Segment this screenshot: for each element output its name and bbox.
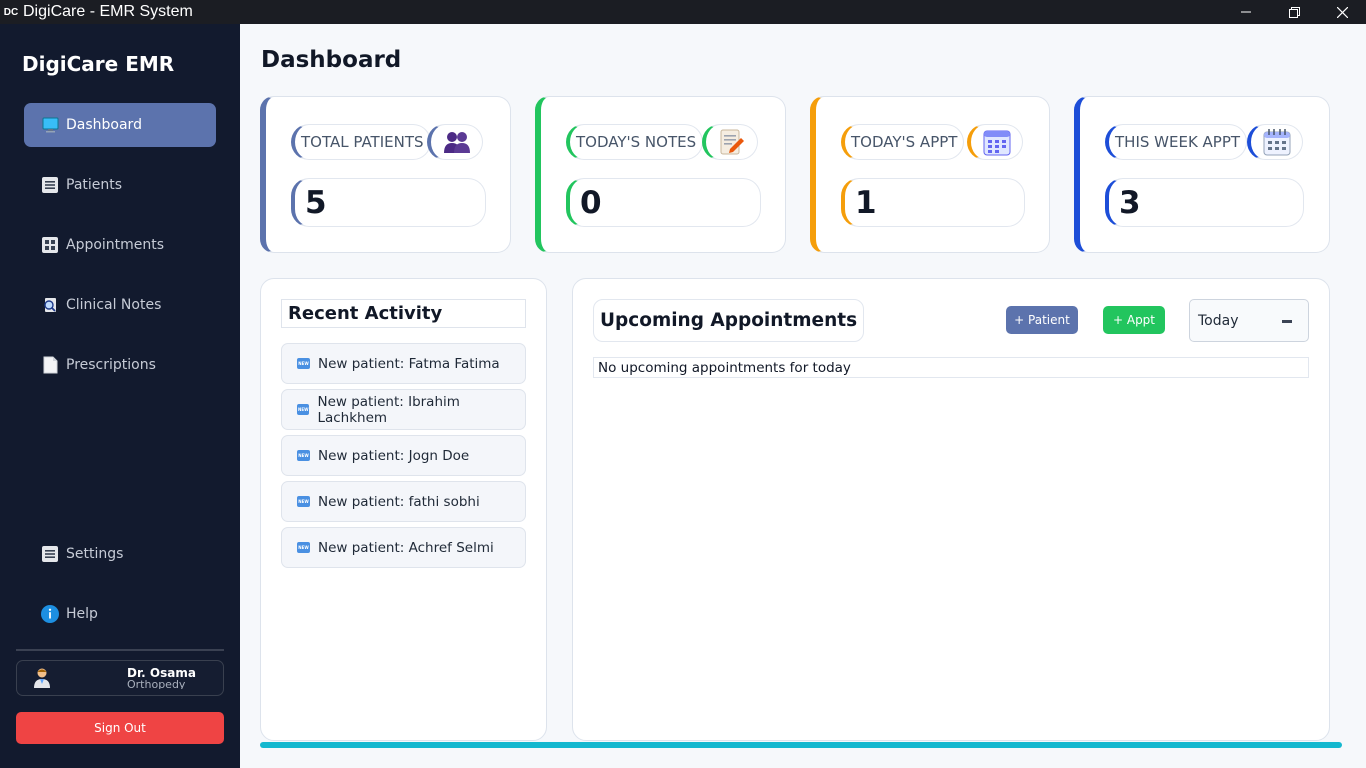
stat-card-todays-appt: TODAY'S APPT 1 xyxy=(810,96,1050,253)
nav-clinical-notes[interactable]: Clinical Notes xyxy=(24,283,216,327)
empty-appointments-message: No upcoming appointments for today xyxy=(593,357,1309,378)
settings-list-icon xyxy=(41,545,59,563)
info-icon xyxy=(41,605,59,623)
calendar-icon xyxy=(967,124,1023,160)
activity-text: New patient: Jogn Doe xyxy=(318,447,470,464)
nav-dashboard-label: Dashboard xyxy=(66,117,142,133)
stat-label: TOTAL PATIENTS xyxy=(291,124,431,160)
activity-text: New patient: Ibrahim Lachkhem xyxy=(317,393,460,426)
activity-item[interactable]: NEW New patient: Jogn Doe xyxy=(281,435,526,476)
sign-out-button[interactable]: Sign Out xyxy=(16,712,224,744)
stat-value: 1 xyxy=(841,178,1025,227)
collapse-icon xyxy=(1282,320,1292,323)
new-badge-icon: NEW xyxy=(297,358,310,369)
monitor-icon xyxy=(41,116,59,134)
activity-item[interactable]: NEW New patient: fathi sobhi xyxy=(281,481,526,522)
nav-prescriptions[interactable]: Prescriptions xyxy=(24,343,216,387)
activity-text: New patient: Fatma Fatima xyxy=(318,355,500,372)
stat-value: 3 xyxy=(1105,178,1304,227)
nav-help-label: Help xyxy=(66,606,98,622)
activity-item[interactable]: NEW New patient: Achref Selmi xyxy=(281,527,526,568)
stat-card-total-patients: TOTAL PATIENTS 5 xyxy=(260,96,511,253)
search-document-icon xyxy=(41,296,59,314)
stat-card-this-week-appt: THIS WEEK APPT 3 xyxy=(1074,96,1330,253)
add-appointment-button[interactable]: + Appt xyxy=(1103,306,1165,334)
list-icon xyxy=(41,176,59,194)
add-patient-button[interactable]: + Patient xyxy=(1006,306,1078,334)
title-bar: DC DigiCare - EMR System xyxy=(0,0,1366,24)
grid-icon xyxy=(41,236,59,254)
recent-activity-panel: Recent Activity NEW New patient: Fatma F… xyxy=(260,278,547,741)
restore-button[interactable] xyxy=(1270,0,1318,24)
date-filter-value: Today xyxy=(1198,312,1239,329)
user-specialty: Orthopedy xyxy=(127,678,186,689)
close-icon xyxy=(1336,6,1348,18)
recent-activity-title: Recent Activity xyxy=(281,299,526,328)
window-controls xyxy=(1222,0,1366,24)
nav-appointments-label: Appointments xyxy=(66,237,165,253)
minimize-button[interactable] xyxy=(1222,0,1270,24)
stat-value: 5 xyxy=(291,178,486,227)
user-profile-card[interactable]: Dr. Osama Orthopedy xyxy=(16,660,224,696)
stat-card-todays-notes: TODAY'S NOTES 0 xyxy=(535,96,786,253)
activity-text: New patient: Achref Selmi xyxy=(318,539,494,556)
new-badge-icon: NEW xyxy=(297,450,310,461)
new-badge-icon: NEW xyxy=(297,496,310,507)
date-filter-select[interactable]: Today xyxy=(1189,299,1309,342)
doctor-avatar-icon xyxy=(31,667,53,689)
new-badge-icon: NEW xyxy=(297,404,310,415)
page-title: Dashboard xyxy=(261,47,402,73)
sidebar: DigiCare EMR Dashboard Patients Appointm… xyxy=(0,24,240,768)
nav-appointments[interactable]: Appointments xyxy=(24,223,216,267)
nav-settings[interactable]: Settings xyxy=(24,532,216,576)
activity-text: New patient: fathi sobhi xyxy=(318,493,480,510)
loading-progress-bar xyxy=(260,742,1342,748)
document-icon xyxy=(41,356,59,374)
activity-item[interactable]: NEW New patient: Fatma Fatima xyxy=(281,343,526,384)
close-button[interactable] xyxy=(1318,0,1366,24)
stat-value: 0 xyxy=(566,178,761,227)
nav-clinical-notes-label: Clinical Notes xyxy=(66,297,162,313)
nav-prescriptions-label: Prescriptions xyxy=(66,357,156,373)
stat-label: TODAY'S NOTES xyxy=(566,124,704,160)
restore-icon xyxy=(1288,6,1300,18)
brand-title: DigiCare EMR xyxy=(22,52,175,76)
notepad-icon xyxy=(702,124,758,160)
users-icon xyxy=(427,124,483,160)
nav-dashboard[interactable]: Dashboard xyxy=(24,103,216,147)
app-logo-icon: DC xyxy=(3,6,19,18)
window-title: DigiCare - EMR System xyxy=(23,3,193,20)
nav-patients[interactable]: Patients xyxy=(24,163,216,207)
nav-patients-label: Patients xyxy=(66,177,123,193)
sidebar-divider xyxy=(16,649,224,651)
nav-settings-label: Settings xyxy=(66,546,124,562)
activity-item[interactable]: NEW New patient: Ibrahim Lachkhem xyxy=(281,389,526,430)
spiral-calendar-icon xyxy=(1247,124,1303,160)
new-badge-icon: NEW xyxy=(297,542,310,553)
stat-label: THIS WEEK APPT xyxy=(1105,124,1248,160)
stat-label: TODAY'S APPT xyxy=(841,124,965,160)
upcoming-appointments-title: Upcoming Appointments xyxy=(593,299,865,342)
upcoming-appointments-panel: Upcoming Appointments + Patient + Appt T… xyxy=(572,278,1330,741)
minimize-icon xyxy=(1241,11,1251,13)
nav-help[interactable]: Help xyxy=(24,592,216,636)
